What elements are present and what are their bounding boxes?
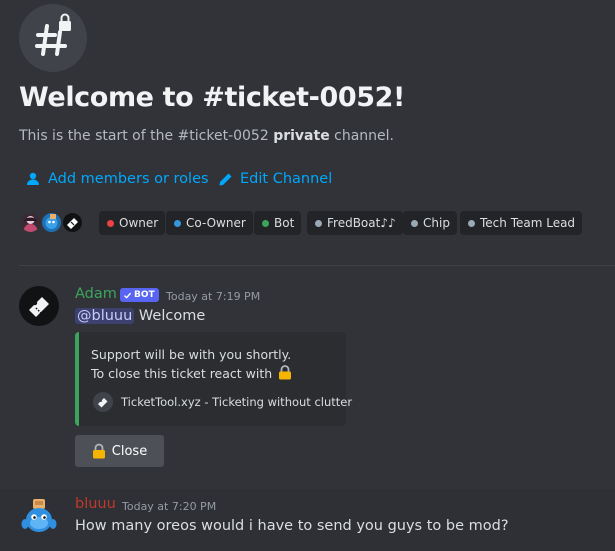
role-label: FredBoat♪♪ — [327, 216, 396, 230]
edit-channel-label: Edit Channel — [240, 171, 333, 187]
embed-footer-text: TicketTool.xyz - Ticketing without clutt… — [121, 395, 353, 409]
role-color-dot — [262, 219, 269, 227]
close-ticket-button[interactable]: Close — [75, 435, 164, 467]
message-text: How many oreos would i have to send you … — [75, 518, 509, 534]
role-color-dot — [174, 219, 181, 227]
role-pill-owner[interactable]: Owner — [99, 211, 166, 235]
message-timestamp: Today at 7:19 PM — [166, 290, 261, 303]
role-pill-fredboat[interactable]: FredBoat♪♪ — [307, 211, 403, 235]
role-color-dot — [468, 219, 475, 227]
channel-description-bold: private — [273, 128, 330, 144]
role-label: Tech Team Lead — [480, 216, 576, 230]
role-pill-chip[interactable]: Chip — [403, 211, 457, 235]
role-label: Owner — [119, 216, 159, 230]
edit-channel-button[interactable]: Edit Channel — [218, 169, 332, 189]
divider — [19, 265, 615, 266]
message-text: Welcome — [138, 308, 206, 324]
member-avatar-1 — [19, 211, 42, 234]
role-label: Co-Owner — [186, 216, 246, 230]
embed-line-2: To close this ticket react with — [91, 365, 292, 381]
bot-tag-label: BOT — [134, 290, 155, 300]
message-content: @bluuu Welcome — [75, 308, 205, 324]
role-label: Bot — [274, 216, 295, 230]
close-button-label: Close — [111, 443, 148, 459]
message-author[interactable]: bluuu — [75, 496, 116, 512]
person-icon — [27, 172, 39, 185]
embed-line-1: Support will be with you shortly. — [91, 347, 292, 362]
embed-footer: TicketTool.xyz - Ticketing without clutt… — [93, 392, 352, 412]
role-pill-bot[interactable]: Bot — [254, 211, 302, 235]
lock-emoji-icon — [279, 365, 292, 380]
add-members-label: Add members or roles — [48, 171, 209, 187]
ticket-embed: Support will be with you shortly. To clo… — [75, 332, 352, 426]
pencil-icon — [219, 173, 232, 185]
user-mention[interactable]: @bluuu — [75, 308, 135, 324]
embed-line-2-text: To close this ticket react with — [91, 366, 273, 381]
role-pill-co-owner[interactable]: Co-Owner — [166, 211, 253, 235]
member-avatar-3 — [61, 211, 84, 234]
role-color-dot — [315, 219, 322, 227]
role-pill-tech-team-lead[interactable]: Tech Team Lead — [460, 211, 583, 235]
channel-description-suffix: channel. — [334, 128, 395, 144]
member-avatar-stack[interactable] — [19, 211, 89, 235]
avatar[interactable] — [19, 286, 59, 326]
page-title: Welcome to #ticket-0052! — [19, 82, 405, 113]
add-members-button[interactable]: Add members or roles — [25, 169, 209, 189]
message-author[interactable]: Adam — [75, 286, 117, 302]
message-timestamp: Today at 7:20 PM — [122, 500, 217, 513]
ticket-tool-icon — [93, 392, 113, 412]
channel-description-prefix: This is the start of the #ticket-0052 — [19, 128, 269, 144]
bot-tag-badge: BOT — [120, 288, 159, 302]
channel-description: This is the start of the #ticket-0052 pr… — [19, 128, 394, 144]
role-label: Chip — [423, 216, 450, 230]
channel-hashtag-lock-icon — [19, 4, 87, 72]
role-color-dot — [411, 219, 418, 227]
avatar[interactable] — [19, 497, 59, 537]
lock-icon — [92, 443, 105, 459]
member-avatar-2 — [40, 211, 63, 234]
checkmark-icon — [124, 292, 132, 299]
role-color-dot — [107, 219, 114, 227]
